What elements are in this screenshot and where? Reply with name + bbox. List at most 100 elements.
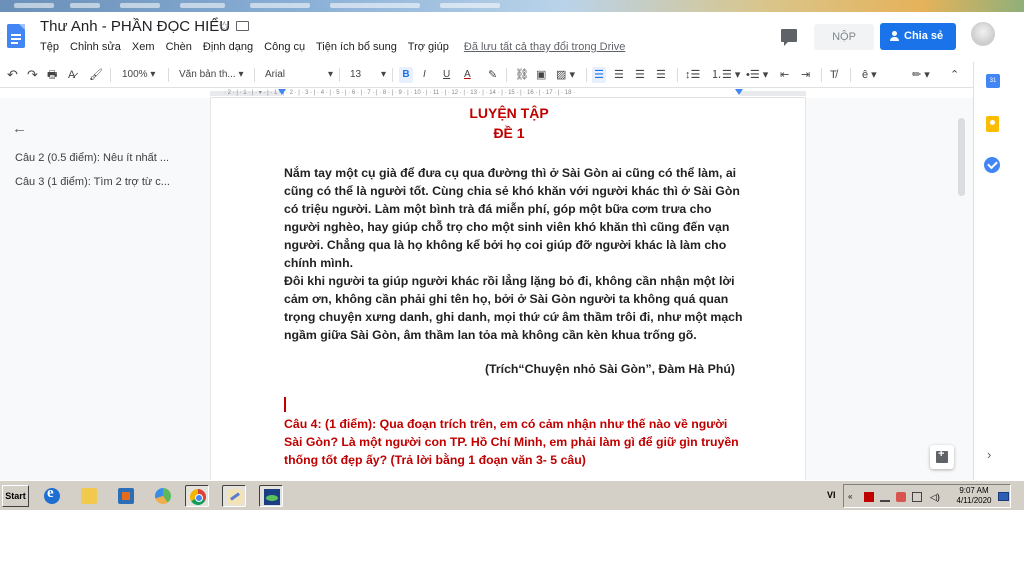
document-page[interactable]: LUYỆN TẬP ĐỀ 1 Nắm tay một cụ già để đưa… <box>210 98 806 480</box>
link-icon[interactable]: ⛓ <box>515 67 529 83</box>
insert-image-icon[interactable]: ▨ ▾ <box>556 67 575 83</box>
document-title[interactable]: Thư Anh - PHẦN ĐỌC HIỂU <box>40 18 230 35</box>
outline-item[interactable]: Câu 3 (1 điểm): Tìm 2 trợ từ c... <box>15 176 170 188</box>
coccoc-icon <box>155 488 171 504</box>
paint-format-icon[interactable]: 🖌 <box>89 67 103 83</box>
clock-date: 4/11/2020 <box>956 496 992 505</box>
redo-icon[interactable]: ↷ <box>27 67 38 83</box>
ruler[interactable]: · 2 · | · 1 · | · ▾ · | · 1 · | · 2 · | … <box>210 89 806 98</box>
language-indicator[interactable]: VI <box>827 490 836 500</box>
taskbar-app-media[interactable] <box>114 485 138 507</box>
numbered-list-icon[interactable]: ⒈☰ ▾ <box>711 67 740 83</box>
align-justify-icon[interactable]: ☰ <box>656 67 666 83</box>
question-4: Câu 4: (1 điểm): Qua đoạn trích trên, em… <box>284 417 739 467</box>
ie-icon <box>44 485 60 504</box>
editing-mode-icon[interactable]: ✏ ▾ <box>912 67 930 83</box>
print-icon[interactable]: 🖶 <box>47 67 57 83</box>
clock-time: 9:07 AM <box>959 486 989 495</box>
font-family-select[interactable]: Arial ▾ <box>265 67 333 83</box>
start-button[interactable]: Start <box>2 485 29 507</box>
menu-tools[interactable]: Công cụ <box>264 41 305 53</box>
share-button-label: Chia sẻ <box>904 30 944 42</box>
calendar-icon[interactable]: 31 <box>986 74 1000 88</box>
tasks-icon[interactable] <box>984 157 1000 173</box>
network-icon[interactable] <box>880 492 890 502</box>
folder-icon <box>81 488 97 504</box>
side-panel: 31 › <box>973 62 1024 480</box>
security-icon[interactable] <box>896 492 906 502</box>
account-avatar[interactable] <box>971 22 995 46</box>
menu-insert[interactable]: Chèn <box>166 41 192 53</box>
show-desktop-icon[interactable] <box>998 492 1009 501</box>
italic-button[interactable]: I <box>423 67 426 83</box>
text-color-button[interactable]: A <box>464 67 471 83</box>
menu-file[interactable]: Tệp <box>40 41 59 53</box>
bold-button[interactable]: B <box>399 67 413 83</box>
bulleted-list-icon[interactable]: •☰ ▾ <box>746 67 768 83</box>
collapse-toolbar-icon[interactable]: ⌃ <box>950 67 959 83</box>
decrease-indent-icon[interactable]: ⇤ <box>780 67 789 83</box>
add-comment-icon[interactable]: ▣ <box>536 67 546 83</box>
left-indent-marker[interactable] <box>278 89 286 95</box>
menu-format[interactable]: Định dạng <box>203 41 253 53</box>
share-button[interactable]: Chia sẻ <box>880 23 956 50</box>
passage-paragraph: Đôi khi người ta giúp người khác rồi lẳn… <box>284 274 743 342</box>
outline-item[interactable]: Câu 2 (0.5 điểm): Nêu ít nhất ... <box>15 152 169 164</box>
right-indent-marker[interactable] <box>735 89 743 95</box>
clear-formatting-icon[interactable]: T̸ <box>830 67 837 83</box>
taskbar-app-explorer[interactable] <box>77 485 101 507</box>
citation: (Trích“Chuyện nhỏ Sài Gòn”, Đàm Hà Phú) <box>484 362 735 376</box>
system-tray: « ◁) 9:07 AM 4/11/2020 <box>843 484 1011 508</box>
media-player-icon <box>118 488 134 504</box>
font-size-select[interactable]: 13 ▾ <box>350 67 386 83</box>
submit-button[interactable]: NỘP <box>814 24 874 50</box>
comment-history-icon[interactable] <box>781 29 797 46</box>
underline-button[interactable]: U <box>443 67 450 83</box>
input-tools-icon[interactable]: ê ▾ <box>862 67 877 83</box>
heading-exam-1: ĐỀ 1 <box>493 125 525 141</box>
taskbar-app-earth[interactable] <box>259 485 283 507</box>
ruler-marks: · 2 · | · 1 · | · ▾ · | · 1 · | · 2 · | … <box>224 90 576 96</box>
star-icon[interactable]: ☆ <box>218 18 231 35</box>
heading-practice: LUYỆN TẬP <box>469 105 549 121</box>
line-spacing-icon[interactable]: ↕☰ <box>685 67 700 83</box>
highlight-icon[interactable]: ✎ <box>488 67 497 83</box>
spellcheck-icon[interactable]: A̷ <box>68 67 75 83</box>
device-icon[interactable] <box>912 492 922 502</box>
reading-passage: Nắm tay một cụ già để đưa cụ qua đường t… <box>284 164 744 344</box>
docs-header: Thư Anh - PHẦN ĐỌC HIỂU ☆ Tệp Chỉnh sửa … <box>0 12 1024 62</box>
taskbar-app-coccoc[interactable] <box>151 485 175 507</box>
align-right-icon[interactable]: ☰ <box>635 67 645 83</box>
save-status-link[interactable]: Đã lưu tất cả thay đổi trong Drive <box>464 41 625 53</box>
increase-indent-icon[interactable]: ⇥ <box>801 67 810 83</box>
taskbar-app-ie[interactable] <box>40 485 64 507</box>
menu-edit[interactable]: Chỉnh sửa <box>70 41 121 53</box>
chrome-icon <box>190 489 206 505</box>
chevron-right-icon[interactable]: › <box>987 447 991 462</box>
volume-icon[interactable]: ◁) <box>930 492 940 502</box>
keep-icon[interactable] <box>986 116 999 132</box>
taskbar-app-chrome[interactable] <box>185 485 209 507</box>
vertical-scrollbar[interactable] <box>958 118 965 196</box>
clock[interactable]: 9:07 AM 4/11/2020 <box>953 486 995 506</box>
move-to-folder-icon[interactable] <box>236 21 249 31</box>
paragraph-style-select[interactable]: Văn bản th... ▾ <box>179 67 244 83</box>
docs-logo-icon[interactable] <box>7 24 25 48</box>
zoom-select[interactable]: 100% ▾ <box>122 67 155 83</box>
unikey-icon[interactable] <box>864 492 874 502</box>
taskbar: Start VI « ◁) 9:07 AM 4/11/2020 <box>0 480 1024 510</box>
formatting-toolbar: ↶ ↷ 🖶 A̷ 🖌 100% ▾ Văn bản th... ▾ Arial ▾… <box>0 62 1024 88</box>
align-center-icon[interactable]: ☰ <box>614 67 624 83</box>
screen: Thư Anh - PHẦN ĐỌC HIỂU ☆ Tệp Chỉnh sửa … <box>0 0 1024 576</box>
align-left-icon[interactable]: ☰ <box>592 67 606 83</box>
menu-view[interactable]: Xem <box>132 41 155 53</box>
earth-icon <box>264 489 280 505</box>
taskbar-app-paint[interactable] <box>222 485 246 507</box>
menu-help[interactable]: Trợ giúp <box>408 41 449 53</box>
explore-button[interactable] <box>930 445 954 469</box>
person-add-icon <box>890 31 900 41</box>
arrow-left-icon[interactable]: ← <box>12 120 27 137</box>
undo-icon[interactable]: ↶ <box>7 67 18 83</box>
menu-addons[interactable]: Tiện ích bổ sung <box>316 41 397 53</box>
chevron-up-icon[interactable]: « <box>848 492 858 502</box>
